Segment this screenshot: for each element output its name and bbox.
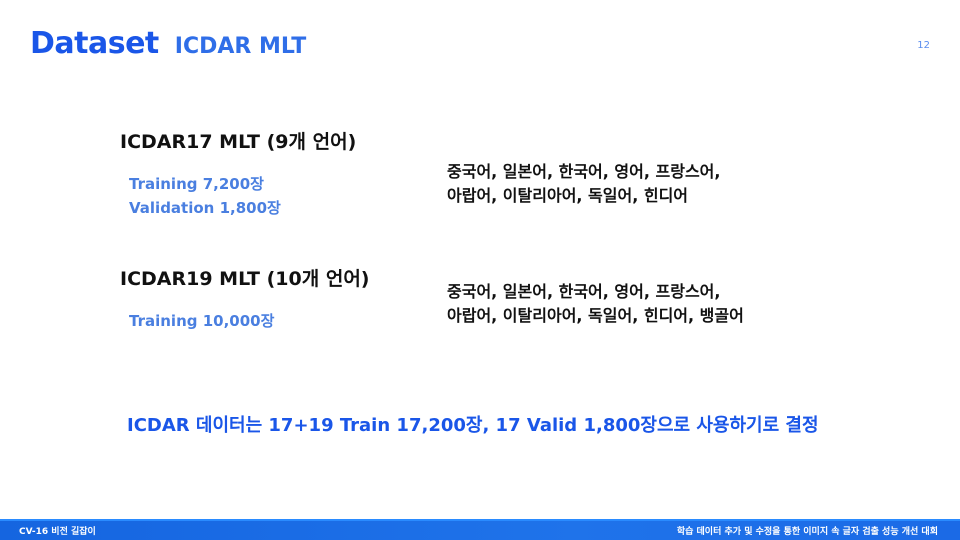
page-subtitle: ICDAR MLT xyxy=(174,34,307,59)
slide-title: Dataset ICDAR MLT xyxy=(30,26,306,61)
icdar19-languages-line1: 중국어, 일본어, 한국어, 영어, 프랑스어, xyxy=(447,282,721,301)
icdar17-validation-count: Validation 1,800장 xyxy=(129,199,281,217)
icdar19-training-count: Training 10,000장 xyxy=(129,312,275,330)
page-number: 12 xyxy=(917,40,930,51)
icdar17-training-count: Training 7,200장 xyxy=(129,175,264,193)
icdar17-languages-line1: 중국어, 일본어, 한국어, 영어, 프랑스어, xyxy=(447,162,721,181)
icdar19-languages-line2: 아랍어, 이탈리아어, 독일어, 힌디어, 뱅골어 xyxy=(447,306,744,325)
page-title: Dataset xyxy=(30,26,159,61)
footer-competition-name: 학습 데이터 추가 및 수정을 통한 이미지 속 글자 검출 성능 개선 대회 xyxy=(676,527,938,537)
icdar17-heading: ICDAR17 MLT (9개 언어) xyxy=(120,131,357,153)
conclusion-text: ICDAR 데이터는 17+19 Train 17,200장, 17 Valid… xyxy=(127,415,819,436)
footer-bar: CV-16 비전 길잡이 학습 데이터 추가 및 수정을 통한 이미지 속 글자… xyxy=(0,519,960,540)
icdar17-languages-line2: 아랍어, 이탈리아어, 독일어, 힌디어 xyxy=(447,186,689,205)
footer-team-name: CV-16 비전 길잡이 xyxy=(19,527,96,537)
icdar19-heading: ICDAR19 MLT (10개 언어) xyxy=(120,268,370,290)
